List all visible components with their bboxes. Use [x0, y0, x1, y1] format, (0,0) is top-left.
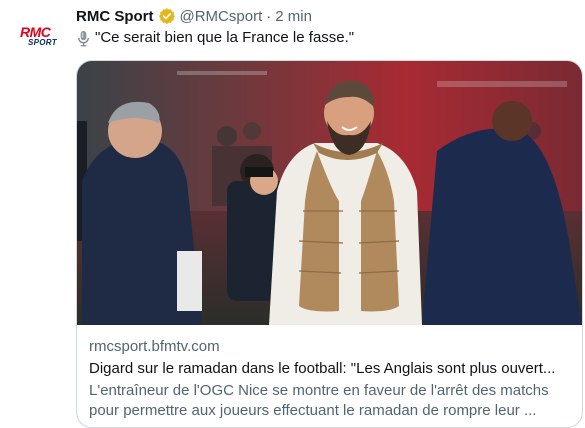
- card-meta: rmcsport.bfmtv.com Digard sur le ramadan…: [89, 337, 570, 421]
- card-description-line: L'entraîneur de l'OGC Nice se montre en …: [89, 382, 549, 399]
- card-description: L'entraîneur de l'OGC Nice se montre en …: [89, 381, 570, 421]
- card-image[interactable]: [77, 61, 582, 325]
- author-name[interactable]: RMC Sport: [76, 8, 154, 25]
- card-domain[interactable]: rmcsport.bfmtv.com: [89, 337, 570, 357]
- tweet-text-content: "Ce serait bien que la France le fasse.": [95, 29, 355, 46]
- timestamp[interactable]: 2 min: [275, 8, 312, 25]
- rmc-sport-logo: RMC SPORT: [18, 24, 62, 48]
- author-handle[interactable]: @RMCsport: [180, 8, 263, 25]
- logo-text-sport: SPORT: [28, 38, 57, 47]
- tweet-text: "Ce serait bien que la France le fasse.": [76, 28, 354, 48]
- avatar[interactable]: RMC SPORT: [16, 12, 64, 60]
- tweet-header: RMC Sport @RMCsport · 2 min: [76, 6, 312, 26]
- card-description-line: pour permettre aux joueurs effectuant le…: [89, 402, 537, 419]
- microphone-icon: [78, 30, 89, 46]
- link-preview-card[interactable]: rmcsport.bfmtv.com Digard sur le ramadan…: [76, 60, 583, 428]
- verified-badge-icon[interactable]: [158, 7, 176, 25]
- card-title[interactable]: Digard sur le ramadan dans le football: …: [89, 359, 570, 379]
- separator-dot: ·: [266, 7, 272, 25]
